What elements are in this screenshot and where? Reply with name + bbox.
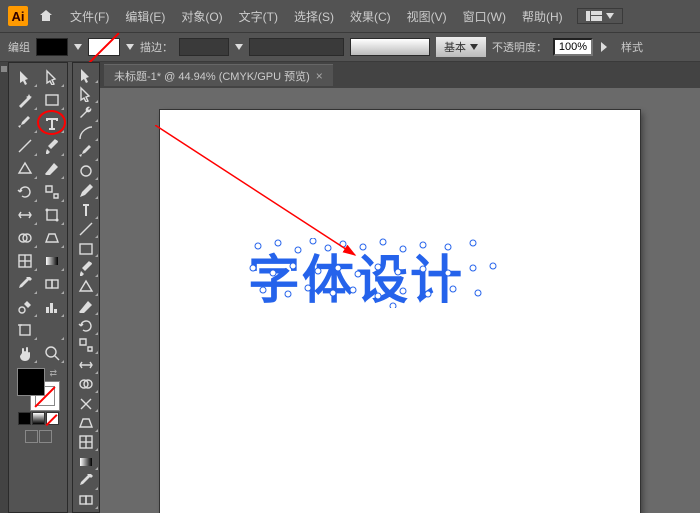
pen-icon[interactable] xyxy=(73,142,99,161)
menu-help[interactable]: 帮助(H) xyxy=(514,4,571,29)
perspective-icon[interactable] xyxy=(38,226,65,249)
blend-icon[interactable] xyxy=(38,272,65,295)
type-vertical-icon[interactable] xyxy=(73,200,99,219)
menu-view[interactable]: 视图(V) xyxy=(399,4,455,29)
type-icon[interactable] xyxy=(38,111,65,134)
screen-mode-full[interactable] xyxy=(39,430,52,443)
swap-fill-stroke-icon[interactable]: ⇄ xyxy=(49,368,57,379)
pencil-icon[interactable] xyxy=(73,181,99,200)
menu-edit[interactable]: 编辑(E) xyxy=(117,4,173,29)
color-mode-swatch[interactable] xyxy=(18,412,31,425)
chevron-right-icon[interactable] xyxy=(599,42,609,52)
eraser-icon[interactable] xyxy=(73,297,99,316)
variable-width-profile[interactable] xyxy=(350,38,430,56)
chevron-down-icon[interactable] xyxy=(235,44,243,50)
perspective-icon[interactable] xyxy=(73,413,99,432)
artboard-icon[interactable] xyxy=(11,318,38,341)
home-icon[interactable] xyxy=(38,8,62,24)
brush-icon[interactable] xyxy=(38,134,65,157)
line-icon[interactable] xyxy=(11,134,38,157)
eyedropper-icon[interactable] xyxy=(11,272,38,295)
document-tab-title: 未标题-1* @ 44.94% (CMYK/GPU 预览) xyxy=(114,68,310,84)
chevron-down-icon[interactable] xyxy=(74,44,82,50)
shape-builder-icon[interactable] xyxy=(11,226,38,249)
close-icon[interactable]: × xyxy=(316,69,323,83)
hand-icon[interactable] xyxy=(11,341,38,364)
style-label[interactable]: 样式 xyxy=(621,39,643,55)
shape-builder-icon[interactable] xyxy=(73,375,99,394)
context-label: 编组 xyxy=(8,39,30,55)
selection-tool-icon[interactable] xyxy=(11,65,38,88)
free-icon[interactable] xyxy=(73,394,99,413)
menu-effect[interactable]: 效果(C) xyxy=(342,4,399,29)
canvas-viewport[interactable]: 字体设计 xyxy=(100,88,700,513)
graph-icon[interactable] xyxy=(38,295,65,318)
panel-tabs xyxy=(0,62,8,513)
scale-icon[interactable] xyxy=(38,180,65,203)
fill-swatch[interactable] xyxy=(36,38,68,56)
fill-stroke-control[interactable]: ⇄ xyxy=(17,368,59,410)
tools-panel-secondary xyxy=(72,62,100,513)
none-mode-swatch[interactable] xyxy=(46,412,59,425)
rotate-icon[interactable] xyxy=(11,180,38,203)
curvature-icon[interactable] xyxy=(73,123,99,142)
fill-color[interactable] xyxy=(17,368,45,396)
menu-object[interactable]: 对象(O) xyxy=(173,4,230,29)
artboard[interactable]: 字体设计 xyxy=(160,110,640,513)
gradient-icon[interactable] xyxy=(38,249,65,272)
stroke-width-input[interactable] xyxy=(179,38,229,56)
direct-selection-icon[interactable] xyxy=(73,84,99,103)
magic-wand-icon[interactable] xyxy=(11,88,38,111)
rotate-icon[interactable] xyxy=(73,316,99,335)
menu-file[interactable]: 文件(F) xyxy=(62,4,117,29)
selection-tool-icon[interactable] xyxy=(73,65,99,84)
stroke-swatch[interactable] xyxy=(88,38,120,56)
document-tab[interactable]: 未标题-1* @ 44.94% (CMYK/GPU 预览) × xyxy=(104,64,333,86)
menu-select[interactable]: 选择(S) xyxy=(286,4,342,29)
brush-definition[interactable] xyxy=(249,38,344,56)
free-transform-icon[interactable] xyxy=(38,203,65,226)
graphic-style-basic[interactable]: 基本 xyxy=(436,37,486,57)
tools-panel: ⇄ xyxy=(8,62,68,513)
brush-icon[interactable] xyxy=(73,162,99,181)
width-icon[interactable] xyxy=(73,355,99,374)
spray-icon[interactable] xyxy=(11,295,38,318)
opacity-label: 不透明度： xyxy=(492,39,547,55)
slice-icon[interactable] xyxy=(38,318,65,341)
tab-dot xyxy=(1,66,7,72)
brush-icon[interactable] xyxy=(73,258,99,277)
control-bar: 编组 描边： 基本 不透明度： 样式 xyxy=(0,32,700,62)
chevron-down-icon[interactable] xyxy=(126,44,134,50)
titlebar: Ai 文件(F) 编辑(E) 对象(O) 文字(T) 选择(S) 效果(C) 视… xyxy=(0,0,700,32)
canvas-text-object[interactable]: 字体设计 xyxy=(248,238,464,313)
rectangle-icon[interactable] xyxy=(38,88,65,111)
wrench-icon[interactable] xyxy=(73,104,99,123)
app-logo: Ai xyxy=(8,6,28,26)
menu-type[interactable]: 文字(T) xyxy=(231,4,286,29)
direct-selection-icon[interactable] xyxy=(38,65,65,88)
document-tab-bar: 未标题-1* @ 44.94% (CMYK/GPU 预览) × xyxy=(100,62,700,88)
zoom-icon[interactable] xyxy=(38,341,65,364)
gradient-icon[interactable] xyxy=(73,452,99,471)
stroke-label: 描边： xyxy=(140,39,173,55)
menu-window[interactable]: 窗口(W) xyxy=(455,4,514,29)
pen-icon[interactable] xyxy=(11,111,38,134)
workspace-switcher[interactable] xyxy=(577,8,623,24)
shaper-icon[interactable] xyxy=(73,278,99,297)
workspace: ⇄ 未标题-1* @ 44.94% (CMYK/GPU 预览) × xyxy=(0,62,700,513)
screen-mode-normal[interactable] xyxy=(25,430,38,443)
blend-icon[interactable] xyxy=(73,491,99,510)
eyedropper-icon[interactable] xyxy=(73,471,99,490)
scale-icon[interactable] xyxy=(73,336,99,355)
mesh-icon[interactable] xyxy=(11,249,38,272)
eraser-icon[interactable] xyxy=(38,157,65,180)
document-area: 未标题-1* @ 44.94% (CMYK/GPU 预览) × 字体设计 xyxy=(100,62,700,513)
rect-icon[interactable] xyxy=(73,239,99,258)
line-icon[interactable] xyxy=(73,220,99,239)
opacity-input[interactable] xyxy=(553,38,593,56)
gradient-mode-swatch[interactable] xyxy=(32,412,45,425)
width-icon[interactable] xyxy=(11,203,38,226)
mesh-icon[interactable] xyxy=(73,433,99,452)
shaper-icon[interactable] xyxy=(11,157,38,180)
